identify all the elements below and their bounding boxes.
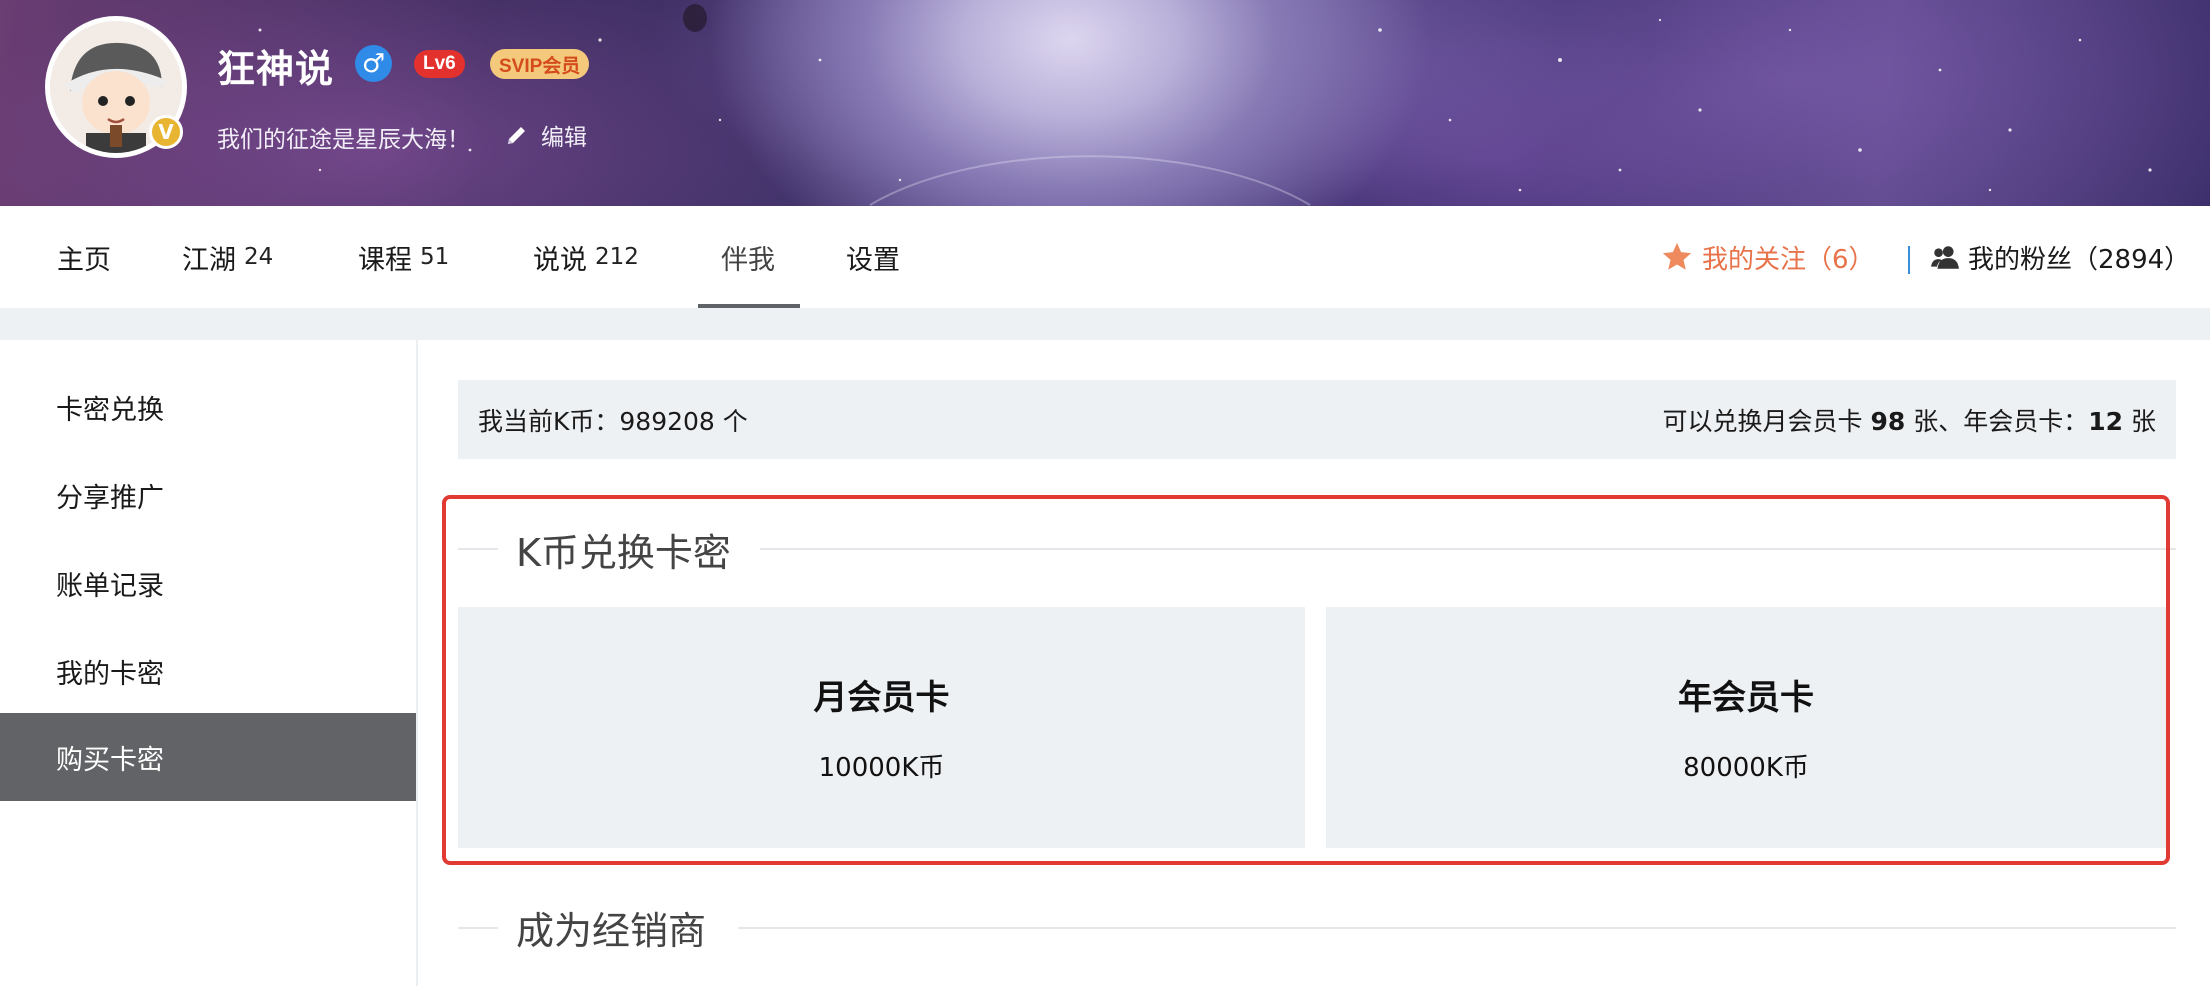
- balance-unit: 个: [714, 406, 748, 436]
- month-card-count: 98: [1870, 406, 1906, 436]
- male-gender-icon: ♂: [355, 45, 392, 82]
- verified-badge-icon: V: [149, 115, 183, 149]
- exchange-mid: 张、年会员卡：: [1905, 406, 2089, 436]
- sidebar-menu: 卡密兑换 分享推广 账单记录 我的卡密 购买卡密: [0, 340, 416, 986]
- section-line-left: [458, 927, 498, 929]
- tab-home[interactable]: 主页: [57, 206, 111, 308]
- section-line-right: [738, 927, 2176, 929]
- exchange-prefix: 可以兑换月会员卡: [1662, 406, 1871, 436]
- tab-courses[interactable]: 课程 51: [358, 206, 449, 308]
- svip-badge: SVIP会员: [490, 49, 590, 79]
- tab-companion[interactable]: 伴我: [721, 206, 775, 308]
- sidebar-item-share-promote[interactable]: 分享推广: [0, 451, 416, 539]
- balance-prefix: 我当前K币：: [478, 406, 620, 436]
- sidebar-divider: [416, 340, 418, 986]
- tab-label: 江湖: [182, 244, 236, 276]
- tab-count: 51: [420, 244, 450, 270]
- tab-count: 24: [244, 244, 274, 270]
- sidebar-item-redeem-card[interactable]: 卡密兑换: [0, 363, 416, 451]
- user-motto: 我们的征途是星辰大海！: [217, 127, 470, 153]
- balance-bar: 我当前K币：989208 个 可以兑换月会员卡 98 张、年会员卡：12 张: [458, 380, 2176, 459]
- username: 狂神说: [217, 47, 335, 91]
- tab-label: 主页: [57, 244, 111, 276]
- users-icon: [1931, 246, 1959, 269]
- edit-motto-button[interactable]: 编辑: [505, 118, 587, 152]
- sidebar-item-bill-records[interactable]: 账单记录: [0, 539, 416, 627]
- level-badge: Lv6: [414, 50, 465, 78]
- sidebar-item-label: 购买卡密: [56, 744, 164, 776]
- pencil-icon: [508, 127, 525, 144]
- my-following-link[interactable]: 我的关注（6）: [1660, 206, 1875, 308]
- sidebar-item-label: 我的卡密: [56, 658, 164, 690]
- sidebar-item-label: 账单记录: [56, 570, 164, 602]
- sidebar-item-buy-cards[interactable]: 购买卡密: [0, 713, 416, 801]
- year-card-count: 12: [2088, 406, 2124, 436]
- sidebar-item-label: 分享推广: [56, 482, 164, 514]
- star-icon: [1662, 242, 1692, 270]
- tab-settings[interactable]: 设置: [846, 206, 900, 308]
- tab-posts[interactable]: 说说 212: [533, 206, 639, 308]
- profile-tabs: 主页 江湖 24 课程 51 说说 212 伴我 设置 我的关注（6） 我的粉丝…: [0, 206, 2210, 308]
- nav-separator: [1908, 246, 1910, 274]
- tab-label: 伴我: [721, 244, 775, 276]
- following-label: 我的关注（6）: [1702, 244, 1875, 275]
- exchange-suffix: 张: [2123, 406, 2156, 436]
- balance-amount: 989208: [619, 406, 715, 436]
- dealer-section-title: 成为经销商: [498, 900, 725, 955]
- my-fans-link[interactable]: 我的粉丝（2894）: [1930, 206, 2190, 308]
- sidebar-item-my-cards[interactable]: 我的卡密: [0, 627, 416, 715]
- tab-label: 说说: [533, 244, 587, 276]
- starfield-background: [258, 4, 2152, 206]
- profile-banner: V 狂神说 ♂ Lv6 SVIP会员 我们的征途是星辰大海！ 编辑: [0, 0, 2210, 206]
- tab-label: 设置: [846, 244, 900, 276]
- balance-info: 我当前K币：989208 个: [478, 402, 748, 438]
- sidebar-item-label: 卡密兑换: [56, 394, 164, 426]
- section-divider-strip: [0, 308, 2210, 340]
- tab-label: 课程: [358, 244, 412, 276]
- fans-label: 我的粉丝（2894）: [1968, 244, 2191, 275]
- tab-count: 212: [595, 244, 639, 270]
- edit-label: 编辑: [541, 125, 587, 151]
- tab-jianghu[interactable]: 江湖 24: [182, 206, 273, 308]
- highlight-annotation-box: [442, 495, 2170, 865]
- exchange-info: 可以兑换月会员卡 98 张、年会员卡：12 张: [1663, 402, 2156, 438]
